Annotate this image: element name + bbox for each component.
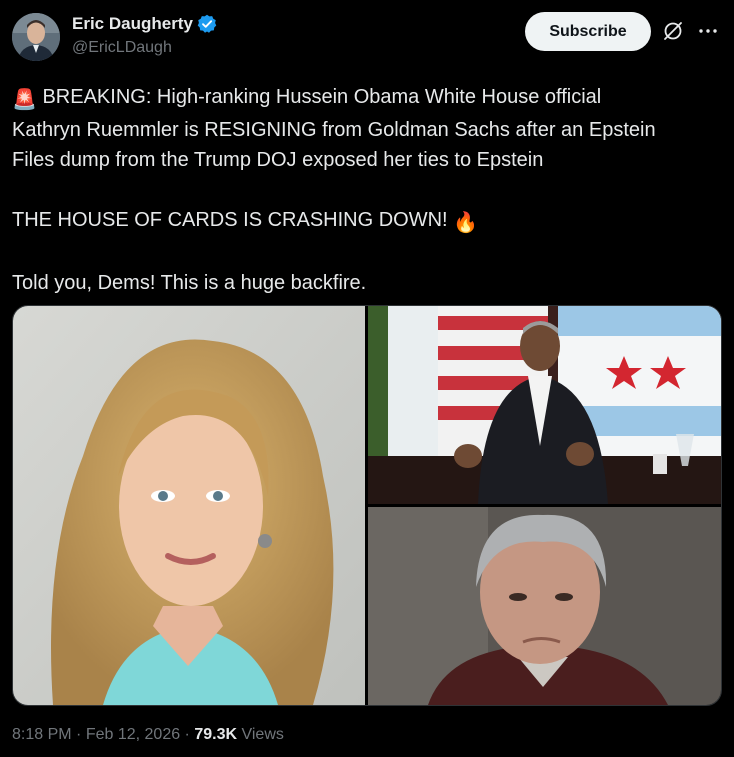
meta-separator: · xyxy=(180,726,195,743)
author-handle[interactable]: @EricLDaugh xyxy=(72,39,217,57)
fire-emoji-icon: 🔥 xyxy=(453,212,479,234)
tweet-time[interactable]: 8:18 PM xyxy=(12,726,72,743)
tweet-line-text: THE HOUSE OF CARDS IS CRASHING DOWN! xyxy=(12,209,454,231)
more-options-icon[interactable] xyxy=(697,20,719,42)
verified-badge-icon[interactable] xyxy=(197,14,217,34)
views-count: 79.3K xyxy=(194,726,238,743)
tweet-text: 🚨 BREAKING: High-ranking Hussein Obama W… xyxy=(12,82,724,298)
tweet-line: 🚨 BREAKING: High-ranking Hussein Obama W… xyxy=(12,82,724,115)
tweet-line: Told you, Dems! This is a huge backfire. xyxy=(12,272,367,294)
tweet-meta: 8:18 PM · Feb 12, 2026 · 79.3K Views xyxy=(12,726,284,744)
tweet-line: Kathryn Ruemmler is RESIGNING from Goldm… xyxy=(12,119,656,141)
views-label: Views xyxy=(237,726,284,743)
meta-separator: · xyxy=(71,726,86,743)
author-name-row: Eric Daugherty xyxy=(72,13,217,35)
tweet-line-text: BREAKING: High-ranking Hussein Obama Whi… xyxy=(36,86,602,108)
photo-woman-portrait[interactable] xyxy=(13,306,365,705)
tweet-line: THE HOUSE OF CARDS IS CRASHING DOWN! 🔥 xyxy=(12,205,724,238)
tweet-header: Eric Daugherty @EricLDaugh Subscribe xyxy=(0,0,734,80)
author-info: Eric Daugherty @EricLDaugh xyxy=(72,13,217,57)
photo-epstein-portrait[interactable] xyxy=(368,507,721,705)
author-avatar[interactable] xyxy=(12,13,60,61)
subscribe-button[interactable]: Subscribe xyxy=(525,12,651,51)
tweet-line: Files dump from the Trump DOJ exposed he… xyxy=(12,149,544,171)
grok-icon[interactable] xyxy=(662,20,684,42)
tweet-date[interactable]: Feb 12, 2026 xyxy=(86,726,180,743)
author-display-name[interactable]: Eric Daugherty xyxy=(72,14,193,34)
media-grid xyxy=(12,305,722,706)
photo-obama-speaking[interactable] xyxy=(368,306,721,504)
siren-emoji-icon: 🚨 xyxy=(12,89,37,111)
